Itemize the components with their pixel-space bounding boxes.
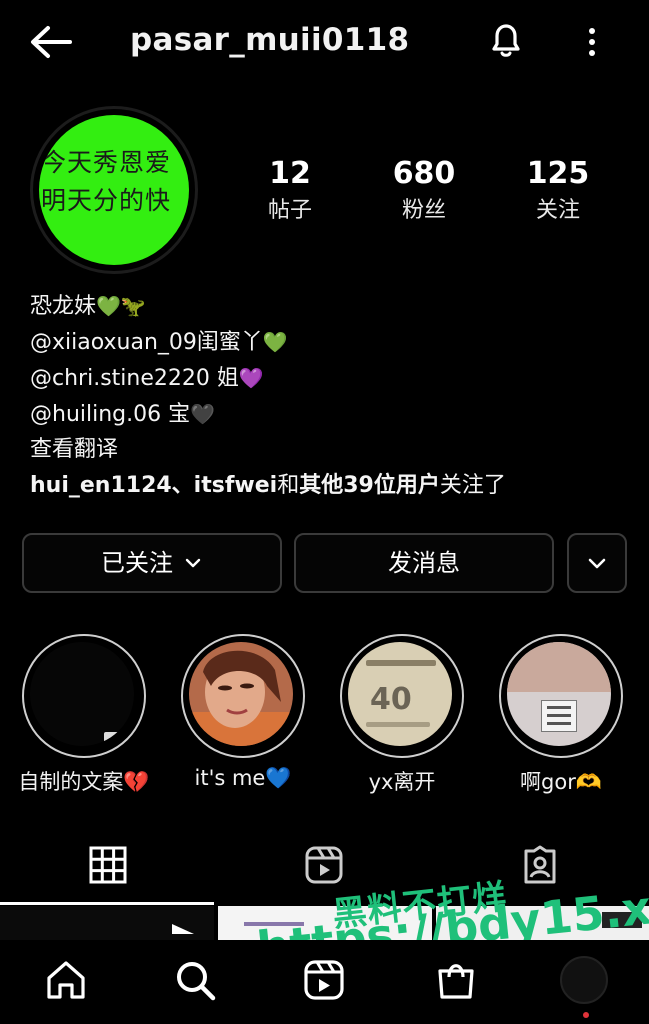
notification-dot: [583, 1012, 589, 1018]
following-button[interactable]: 已关注: [22, 533, 282, 593]
highlight-label: it's me💙: [194, 766, 292, 790]
stat-following[interactable]: 125 关注: [503, 156, 613, 228]
bio-line-3[interactable]: @huiling.06 宝🖤: [30, 396, 630, 432]
profile-bio: 恐龙妹💚🦖 @xiiaoxuan_09闺蜜丫💚 @chri.stine2220 …: [30, 288, 630, 504]
bio-mention-1[interactable]: @xiiaoxuan_09闺蜜丫: [30, 330, 263, 355]
shop-icon: [438, 964, 474, 999]
active-tab-indicator: [0, 902, 214, 905]
bottom-navigation: [0, 940, 649, 1024]
tab-posts-grid[interactable]: [0, 822, 216, 908]
posts-label: 帖子: [267, 198, 312, 223]
green-heart-icon: 💚: [262, 330, 288, 354]
arrow-left-icon: [31, 26, 72, 58]
following-label: 已关注: [101, 549, 173, 577]
see-translation-link[interactable]: 查看翻译: [30, 432, 630, 468]
display-name: 恐龙妹: [30, 294, 97, 319]
top-bar: pasar_muii0118: [0, 0, 649, 86]
message-label: 发消息: [388, 549, 460, 577]
home-icon: [47, 961, 85, 999]
purple-heart-icon: 💜: [238, 366, 264, 390]
highlight-cover-number: 40: [370, 682, 412, 717]
notifications-button[interactable]: [484, 18, 528, 62]
avatar-image: 今天秀恩爱 明天分的快: [39, 115, 189, 265]
chevron-down-icon: [185, 558, 201, 568]
highlight-cover-screenshot: [507, 642, 611, 746]
bio-mention-2[interactable]: @chri.stine2220 姐: [30, 366, 239, 391]
nav-profile-avatar[interactable]: [560, 956, 608, 1004]
highlight-cover-dark: [30, 642, 134, 746]
post-thumbnail[interactable]: [0, 906, 214, 940]
search-icon: [177, 962, 216, 1001]
profile-username: pasar_muii0118: [130, 22, 410, 58]
avatar-text-line-2: 明天分的快: [41, 186, 172, 215]
bio-line-1[interactable]: @xiiaoxuan_09闺蜜丫💚: [30, 324, 630, 360]
nav-shop[interactable]: [434, 958, 478, 1002]
more-options-button[interactable]: [580, 22, 604, 62]
reels-icon: [305, 846, 343, 884]
bio-line-2[interactable]: @chri.stine2220 姐💜: [30, 360, 630, 396]
nav-search[interactable]: [173, 958, 217, 1002]
highlight-cover-text: 40: [348, 642, 452, 746]
black-heart-icon: 🖤: [190, 402, 216, 426]
highlight-label: yx离开: [368, 770, 436, 794]
followers-count: 680: [392, 156, 456, 191]
green-heart-icon: 💚: [96, 294, 121, 318]
chevron-down-icon: [588, 558, 606, 569]
followed-by-line[interactable]: hui_en1124、itsfwei和其他39位用户关注了: [30, 468, 630, 504]
following-count: 125: [526, 156, 590, 191]
message-button[interactable]: 发消息: [294, 533, 554, 593]
followers-label: 粉丝: [401, 198, 446, 223]
reels-icon: [304, 960, 344, 1000]
suggested-accounts-button[interactable]: [567, 533, 627, 593]
grid-icon: [89, 846, 127, 884]
stat-followers[interactable]: 680 粉丝: [369, 156, 479, 228]
highlight-label: 啊gor🫶: [520, 770, 602, 794]
back-button[interactable]: [28, 24, 74, 60]
highlight-label: 自制的文案💔: [18, 770, 150, 794]
nav-reels[interactable]: [302, 958, 346, 1002]
following-label: 关注: [535, 198, 580, 223]
tagged-icon: [524, 845, 556, 884]
highlight-cover-selfie: [189, 642, 293, 746]
followed-by-and: 和: [277, 473, 300, 498]
followed-by-suffix: 关注了: [439, 473, 506, 498]
nav-home[interactable]: [44, 958, 88, 1002]
profile-avatar[interactable]: 今天秀恩爱 明天分的快: [30, 106, 198, 274]
more-vertical-icon: [589, 28, 595, 56]
posts-count: 12: [269, 156, 311, 191]
stat-posts[interactable]: 12 帖子: [235, 156, 345, 228]
dinosaur-icon: 🦖: [120, 294, 146, 318]
avatar-text-line-1: 今天秀恩爱: [41, 148, 172, 177]
bio-mention-3[interactable]: @huiling.06 宝: [30, 402, 190, 427]
bio-name-line: 恐龙妹💚🦖: [30, 288, 630, 324]
bell-icon: [492, 24, 520, 57]
followed-by-users[interactable]: hui_en1124、itsfwei: [30, 473, 277, 498]
followed-by-others[interactable]: 其他39位用户: [299, 473, 440, 498]
